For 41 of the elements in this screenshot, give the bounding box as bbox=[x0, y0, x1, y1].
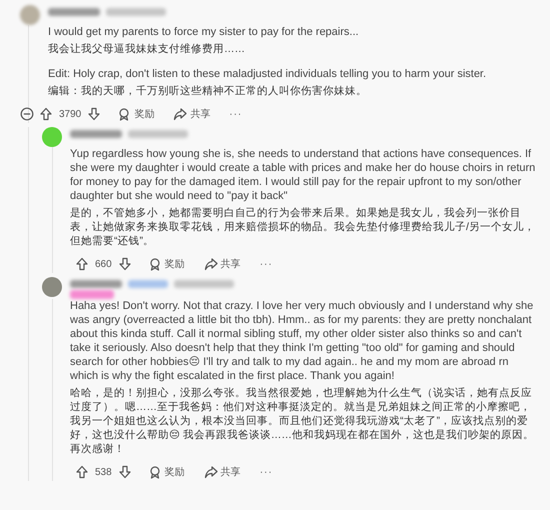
translation-text: 哈哈，是的！别担心，没那么夸张。我当然很爱她，也理解她为什么生气（说实话，她有点反应过度了）。嗯……至于我爸妈：他们对这种事挺淡定的。就当是兄弟姐妹之间正常的小摩擦吧，我另一个姐姐也这么认为，根本没当回事。而且他们还觉得我玩游戏“太老了”，应该找点别的爱好，这也没什么帮助😔 我会再跟我爸谈谈……他和我妈现在都在国外，这也是我们吵架的原因。再次感谢！ bbox=[70, 386, 535, 456]
translation-text: 编辑：我的天哪，千万别听这些精神不正常的人叫你伤害你妹妹。 bbox=[48, 84, 368, 98]
blurred-username bbox=[48, 8, 100, 16]
collapse-icon[interactable] bbox=[20, 107, 34, 121]
comment-text: I would get my parents to force my sister to pay for the repairs... bbox=[48, 25, 360, 39]
blurred-timestamp bbox=[128, 130, 188, 138]
blurred-timestamp bbox=[106, 8, 166, 16]
share-button[interactable]: 共享 bbox=[200, 256, 244, 272]
share-icon[interactable] bbox=[204, 465, 218, 479]
more-button[interactable]: ··· bbox=[226, 108, 246, 120]
share-icon[interactable] bbox=[204, 257, 218, 271]
vote-count: 660 bbox=[95, 258, 112, 270]
translation-text: 我会让我父母逼我妹妹支付维修费用…… bbox=[48, 42, 246, 56]
award-icon[interactable] bbox=[148, 465, 162, 479]
blurred-tag bbox=[128, 280, 168, 288]
blurred-timestamp bbox=[174, 280, 234, 288]
more-button[interactable]: ··· bbox=[256, 258, 276, 270]
blurred-username bbox=[70, 130, 122, 138]
downvote-icon[interactable] bbox=[87, 107, 102, 121]
share-button[interactable]: 共享 bbox=[200, 464, 244, 480]
more-button[interactable]: ··· bbox=[256, 466, 276, 478]
award-button[interactable]: 奖励 bbox=[114, 106, 158, 122]
award-icon[interactable] bbox=[117, 107, 132, 121]
downvote-icon[interactable] bbox=[118, 257, 132, 271]
upvote-icon[interactable] bbox=[75, 257, 89, 271]
share-button[interactable]: 共享 bbox=[170, 106, 214, 122]
upvote-icon[interactable] bbox=[75, 465, 89, 479]
comment-text: Haha yes! Don't worry. Not that crazy. I love her very much obviously and I understand why she was angry (overreacted a little bit tho tbh). Hmm.. as for my parents: they are pretty nonchalant about this kinda stuff. Call it normal sibling stuff, my other older sister also thinks so and can't take it seriously. Also doesn't help that they think I'm getting "too old" for gaming and should search for other hobbies😔 I'll try and talk to my dad again.. he and my mom are abroad rn which is why the fight escalated in the first place. Thank you again! bbox=[70, 299, 534, 383]
vote-count: 538 bbox=[95, 466, 112, 478]
comment-text: Yup regardless how young she is, she needs to understand that actions have consequences. If she were my daughter i would create a table with prices and make her do house choirs in return for money to pay for the damaged item. I would still pay for the repair upfront to my son/other daughter but she would need to "pay it back" bbox=[70, 147, 536, 203]
award-button[interactable]: 奖励 bbox=[144, 464, 188, 480]
vote-count: 3790 bbox=[59, 108, 82, 120]
blurred-username bbox=[70, 280, 122, 288]
translation-text: 是的，不管她多小，她都需要明白自己的行为会带来后果。如果她是我女儿，我会列一张价目表，让她做家务来换取零花钱，用来赔偿损坏的物品。我会先垫付修理费给我儿子/另一个女儿，但她需要“还钱”。 bbox=[70, 206, 536, 248]
comment-text: Edit: Holy crap, don't listen to these maladjusted individuals telling you to harm your sister. bbox=[48, 67, 488, 81]
downvote-icon[interactable] bbox=[118, 465, 132, 479]
avatar[interactable] bbox=[42, 277, 62, 297]
upvote-icon[interactable] bbox=[39, 107, 53, 121]
award-icon[interactable] bbox=[148, 257, 162, 271]
share-icon[interactable] bbox=[173, 107, 188, 121]
award-button[interactable]: 奖励 bbox=[144, 256, 188, 272]
